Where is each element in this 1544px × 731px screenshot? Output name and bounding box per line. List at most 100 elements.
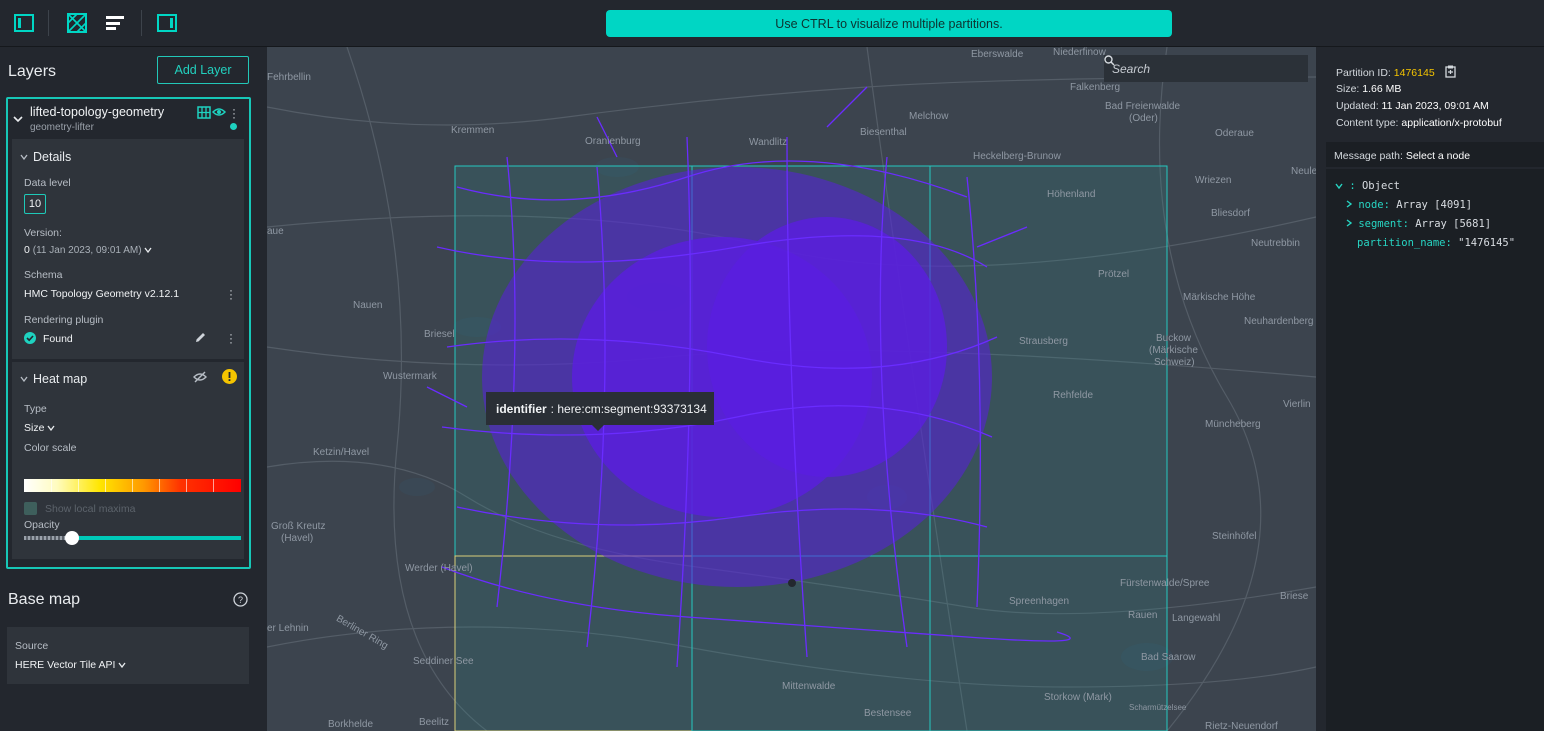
- map-label: Neutrebbin: [1251, 238, 1300, 249]
- partition-id-value: 1476145: [1393, 67, 1435, 79]
- chevron-down-icon: [1335, 183, 1343, 190]
- panel-left-icon[interactable]: [13, 12, 35, 34]
- map-label: Bliesdorf: [1211, 208, 1250, 219]
- map-search-input[interactable]: Search: [1104, 55, 1308, 82]
- eye-off-icon[interactable]: [193, 371, 207, 383]
- map-label: (Märkische: [1149, 345, 1198, 356]
- source-label: Source: [15, 640, 49, 652]
- grid-icon[interactable]: [197, 106, 211, 119]
- layer-name: lifted-topology-geometry: [30, 105, 165, 119]
- map-label: (Havel): [281, 533, 314, 544]
- tree-root-value: Object: [1361, 180, 1400, 192]
- eye-icon[interactable]: [212, 107, 226, 117]
- tree-node-key: node:: [1358, 199, 1390, 211]
- tree-partition-value: "1476145": [1458, 237, 1516, 249]
- map-label: Borkhelde: [328, 719, 374, 730]
- tree-node-value: Array [4091]: [1396, 199, 1473, 211]
- multi-partition-notice: Use CTRL to visualize multiple partition…: [606, 10, 1172, 37]
- version-select[interactable]: 0 (11 Jan 2023, 09:01 AM): [24, 244, 152, 256]
- help-icon[interactable]: ?: [233, 592, 248, 607]
- source-value: HERE Vector Tile API: [15, 659, 116, 671]
- type-label: Type: [24, 403, 47, 415]
- map-label: Groß Kreutz: [271, 521, 326, 532]
- add-layer-button[interactable]: Add Layer: [157, 56, 249, 84]
- chevron-down-icon: [144, 247, 152, 254]
- toolbar-divider: [141, 10, 142, 36]
- opacity-slider-handle[interactable]: [65, 531, 79, 545]
- warning-icon[interactable]: [222, 369, 237, 384]
- opacity-slider-fill: [24, 536, 71, 540]
- map-label: Wandlitz: [749, 137, 787, 148]
- basemap-title: Base map: [8, 591, 81, 608]
- map-label: Vierlin: [1283, 399, 1311, 410]
- map-view[interactable]: Eberswalde Niederfinow Falkenberg Bad Fr…: [267, 47, 1316, 731]
- map-label: Bad Freienwalde: [1105, 101, 1181, 112]
- tree-segment-item[interactable]: segment: Array [5681]: [1346, 218, 1491, 230]
- type-select[interactable]: Size: [24, 422, 55, 434]
- chevron-down-icon[interactable]: [20, 376, 28, 382]
- tree-node-item[interactable]: node: Array [4091]: [1346, 199, 1472, 211]
- tree-partition-key: partition_name:: [1357, 237, 1452, 249]
- updated-value: 11 Jan 2023, 09:01 AM: [1381, 100, 1489, 112]
- rendering-plugin-value: Found: [43, 333, 73, 345]
- map-label: Biesenthal: [860, 127, 907, 138]
- map-label: Oderaue: [1215, 128, 1254, 139]
- chevron-down-icon: [118, 662, 126, 669]
- chevron-down-icon[interactable]: [20, 154, 28, 160]
- color-scale-bar: [24, 479, 241, 492]
- tree-root[interactable]: : Object: [1335, 180, 1400, 192]
- updated-label: Updated:: [1336, 100, 1379, 112]
- edit-pencil-icon[interactable]: [194, 331, 207, 344]
- message-path-bar: Message path: Select a node: [1326, 142, 1544, 167]
- map-label: Müncheberg: [1205, 419, 1261, 430]
- map-label: Beelitz: [419, 717, 450, 728]
- map-label: Höhenland: [1047, 189, 1096, 200]
- grid-tile-icon[interactable]: [66, 12, 88, 34]
- copy-clipboard-icon[interactable]: [1444, 65, 1457, 78]
- search-icon: [1104, 55, 1115, 66]
- map-label: Ketzin/Havel: [313, 447, 370, 458]
- message-tree: : Object node: Array [4091] segment: Arr…: [1326, 169, 1544, 731]
- map-label: Oranienburg: [585, 136, 641, 147]
- map-canvas[interactable]: [267, 47, 1316, 731]
- map-label: Scharmützelsee: [1129, 703, 1187, 712]
- layer-more-icon[interactable]: · · ·: [232, 103, 236, 123]
- updated-row: Updated: 11 Jan 2023, 09:01 AM: [1336, 100, 1489, 112]
- map-label: Briese: [1280, 591, 1309, 602]
- map-label: Wustermark: [383, 371, 437, 382]
- map-label: er Lehnin: [267, 623, 309, 634]
- content-type-value: application/x-protobuf: [1401, 117, 1502, 129]
- data-level-value[interactable]: 10: [24, 194, 46, 214]
- map-label: Rietz-Neuendorf: [1205, 721, 1278, 731]
- layer-card[interactable]: lifted-topology-geometry geometry-lifter…: [6, 97, 251, 569]
- map-label: Wriezen: [1195, 175, 1232, 186]
- left-resize-handle[interactable]: [258, 47, 267, 731]
- schema-more-icon[interactable]: · · ·: [229, 284, 233, 304]
- heatmap-title: Heat map: [33, 372, 88, 386]
- partition-inspector: Partition ID: 1476145 Size: 1.66 MB Upda…: [1326, 47, 1544, 731]
- map-label: Neule: [1291, 166, 1316, 177]
- map-label: Bestensee: [864, 708, 912, 719]
- map-label: Eberswalde: [971, 49, 1024, 60]
- layers-panel: Layers Add Layer lifted-topology-geometr…: [0, 47, 258, 731]
- layers-title: Layers: [8, 63, 57, 80]
- opacity-label: Opacity: [24, 519, 60, 531]
- chevron-down-icon[interactable]: [13, 115, 23, 123]
- right-resize-handle[interactable]: [1316, 47, 1326, 731]
- tree-partition-name-item[interactable]: partition_name: "1476145": [1357, 237, 1515, 249]
- layer-subtitle: geometry-lifter: [30, 122, 94, 133]
- basemap-source-card: Source HERE Vector Tile API: [7, 627, 249, 684]
- local-maxima-checkbox[interactable]: [24, 502, 37, 515]
- plugin-more-icon[interactable]: · · ·: [229, 328, 233, 348]
- version-value: 0: [24, 244, 30, 256]
- map-label: Heckelberg-Brunow: [973, 151, 1061, 162]
- local-maxima-label: Show local maxima: [45, 503, 136, 515]
- details-title: Details: [33, 150, 72, 164]
- size-row: Size: 1.66 MB: [1336, 83, 1401, 95]
- chevron-down-icon: [47, 425, 55, 432]
- source-select[interactable]: HERE Vector Tile API: [15, 659, 126, 671]
- panel-right-icon[interactable]: [156, 12, 178, 34]
- list-lines-icon[interactable]: [104, 12, 126, 34]
- map-label: Briesel: [424, 329, 455, 340]
- tooltip-key: identifier: [496, 401, 547, 416]
